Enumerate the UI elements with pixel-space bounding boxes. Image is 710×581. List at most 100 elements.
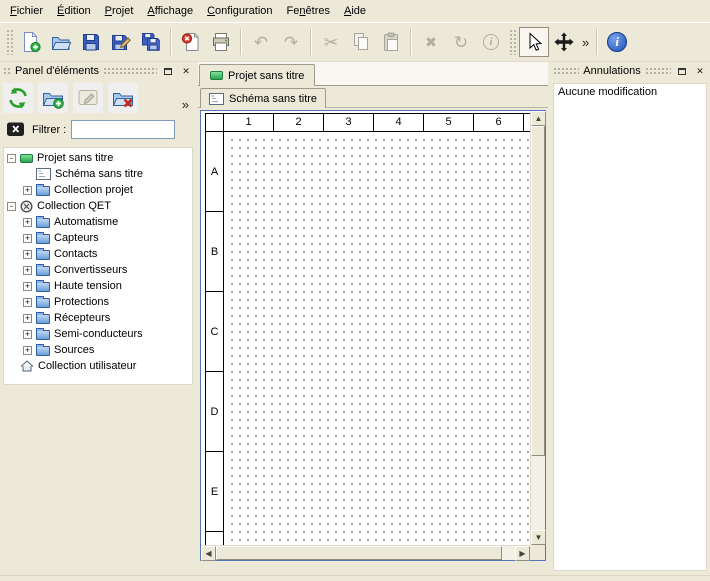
toolbar-drag-handle[interactable]	[6, 29, 13, 55]
redo-icon: ↷	[284, 34, 298, 51]
new-element-button[interactable]	[38, 83, 68, 113]
selection-info-button: i	[476, 27, 506, 57]
expand-expander[interactable]: +	[23, 346, 32, 355]
scroll-down-button[interactable]: ▼	[531, 530, 546, 545]
tree-item-contacts[interactable]: +Contacts	[4, 246, 192, 262]
dock-float-button[interactable]	[675, 65, 689, 78]
row-header: E	[206, 452, 224, 532]
row-ruler: A B C D E	[206, 132, 224, 545]
expand-expander[interactable]: +	[23, 218, 32, 227]
scroll-up-button[interactable]: ▲	[531, 111, 546, 126]
save-all-button[interactable]	[136, 27, 166, 57]
menu-aide[interactable]: Aide	[337, 2, 373, 20]
folder-icon	[36, 330, 50, 340]
save-button[interactable]	[76, 27, 106, 57]
tree-item-collection-qet[interactable]: -Collection QET	[4, 198, 192, 214]
collapse-expander[interactable]: -	[7, 154, 16, 163]
toolbar-separator	[240, 29, 242, 55]
project-tab-label: Projet sans titre	[228, 70, 304, 82]
arrow-down-icon: ▼	[535, 534, 543, 542]
horizontal-scrollbar[interactable]: ◀ ▶	[201, 545, 530, 560]
vertical-scrollbar[interactable]: ▲ ▼	[530, 111, 545, 545]
arrow-up-icon: ▲	[535, 115, 543, 123]
undo-panel-titlebar: Annulations ✕	[550, 62, 710, 80]
menu-fichier[interactable]: Fichier	[3, 2, 50, 20]
expand-expander[interactable]: +	[23, 330, 32, 339]
dock-float-button[interactable]	[161, 65, 175, 78]
column-header: 1	[224, 114, 274, 131]
print-button[interactable]	[206, 27, 236, 57]
new-document-button[interactable]	[16, 27, 46, 57]
elements-toolbar-overflow-button[interactable]: »	[182, 97, 193, 114]
row-header: B	[206, 212, 224, 292]
schema-grid-canvas[interactable]	[225, 133, 530, 545]
expand-expander[interactable]: +	[23, 186, 32, 195]
menu-projet[interactable]: Projet	[98, 2, 141, 20]
schema-page[interactable]: 1 2 3 4 5 6 A B C	[205, 113, 530, 545]
dock-drag-handle[interactable]	[3, 67, 11, 76]
expand-expander[interactable]: +	[23, 266, 32, 275]
dock-close-button[interactable]: ✕	[693, 65, 707, 78]
tree-item-sources[interactable]: +Sources	[4, 342, 192, 358]
tab-projet-sans-titre[interactable]: Projet sans titre	[199, 64, 315, 86]
dock-drag-handle[interactable]	[553, 67, 579, 76]
expand-expander[interactable]: +	[23, 282, 32, 291]
open-project-button[interactable]	[46, 27, 76, 57]
undo-panel: Annulations ✕ Aucune modification	[550, 62, 710, 575]
dock-drag-handle[interactable]	[103, 67, 157, 76]
project-icon	[210, 71, 223, 80]
expand-expander[interactable]: +	[23, 234, 32, 243]
paste-icon	[380, 31, 402, 53]
undo-icon: ↶	[254, 34, 268, 51]
paste-button	[376, 27, 406, 57]
save-as-icon	[110, 31, 132, 53]
qelectrotech-window: Fichier Édition Projet Affichage Configu…	[0, 0, 710, 581]
expand-expander[interactable]: +	[23, 298, 32, 307]
vertical-scroll-thumb[interactable]	[531, 126, 545, 456]
tree-item-semi-conducteurs[interactable]: +Semi-conducteurs	[4, 326, 192, 342]
undo-history-list[interactable]: Aucune modification	[553, 83, 707, 571]
delete-cross-icon: ✖	[425, 35, 437, 49]
new-document-icon	[20, 31, 42, 53]
clear-filter-button[interactable]	[5, 121, 27, 139]
expand-expander[interactable]: +	[23, 314, 32, 323]
menu-configuration[interactable]: Configuration	[200, 2, 279, 20]
tree-item-protections[interactable]: +Protections	[4, 294, 192, 310]
close-project-button[interactable]	[176, 27, 206, 57]
scroll-left-button[interactable]: ◀	[201, 546, 216, 561]
menu-fenetres[interactable]: Fenêtres	[280, 2, 337, 20]
tab-schema-sans-titre[interactable]: Schéma sans titre	[200, 88, 326, 108]
delete-element-button[interactable]	[108, 83, 138, 113]
select-tool-button[interactable]	[519, 27, 549, 57]
collapse-expander[interactable]: -	[7, 202, 16, 211]
folder-plus-icon	[41, 86, 65, 110]
scroll-right-button[interactable]: ▶	[515, 546, 530, 561]
toolbar-overflow-button[interactable]: »	[579, 35, 592, 50]
tree-item-recepteurs[interactable]: +Récepteurs	[4, 310, 192, 326]
tree-item-automatisme[interactable]: +Automatisme	[4, 214, 192, 230]
tree-item-project[interactable]: -Projet sans titre	[4, 150, 192, 166]
horizontal-scroll-thumb[interactable]	[216, 546, 502, 560]
column-header: 5	[424, 114, 474, 131]
tree-item-capteurs[interactable]: +Capteurs	[4, 230, 192, 246]
elements-panel-title: Panel d'éléments	[15, 65, 99, 77]
tree-item-convertisseurs[interactable]: +Convertisseurs	[4, 262, 192, 278]
tree-item-collection-utilisateur[interactable]: Collection utilisateur	[4, 358, 192, 374]
toolbar-separator	[170, 29, 172, 55]
menu-affichage[interactable]: Affichage	[140, 2, 200, 20]
save-as-button[interactable]	[106, 27, 136, 57]
toolbar-drag-handle[interactable]	[509, 29, 516, 55]
row-header: C	[206, 292, 224, 372]
about-info-button[interactable]: i	[602, 27, 632, 57]
expand-expander[interactable]: +	[23, 250, 32, 259]
reload-collections-button[interactable]	[3, 83, 33, 113]
move-tool-button[interactable]	[549, 27, 579, 57]
tree-item-collection-projet[interactable]: +Collection projet	[4, 182, 192, 198]
menu-edition[interactable]: Édition	[50, 2, 98, 20]
tree-item-schema[interactable]: Schéma sans titre	[4, 166, 192, 182]
filter-input[interactable]	[71, 120, 175, 139]
dock-drag-handle[interactable]	[645, 67, 671, 76]
tree-item-haute-tension[interactable]: +Haute tension	[4, 278, 192, 294]
schema-viewport[interactable]: 1 2 3 4 5 6 A B C	[201, 111, 530, 545]
dock-close-button[interactable]: ✕	[179, 65, 193, 78]
